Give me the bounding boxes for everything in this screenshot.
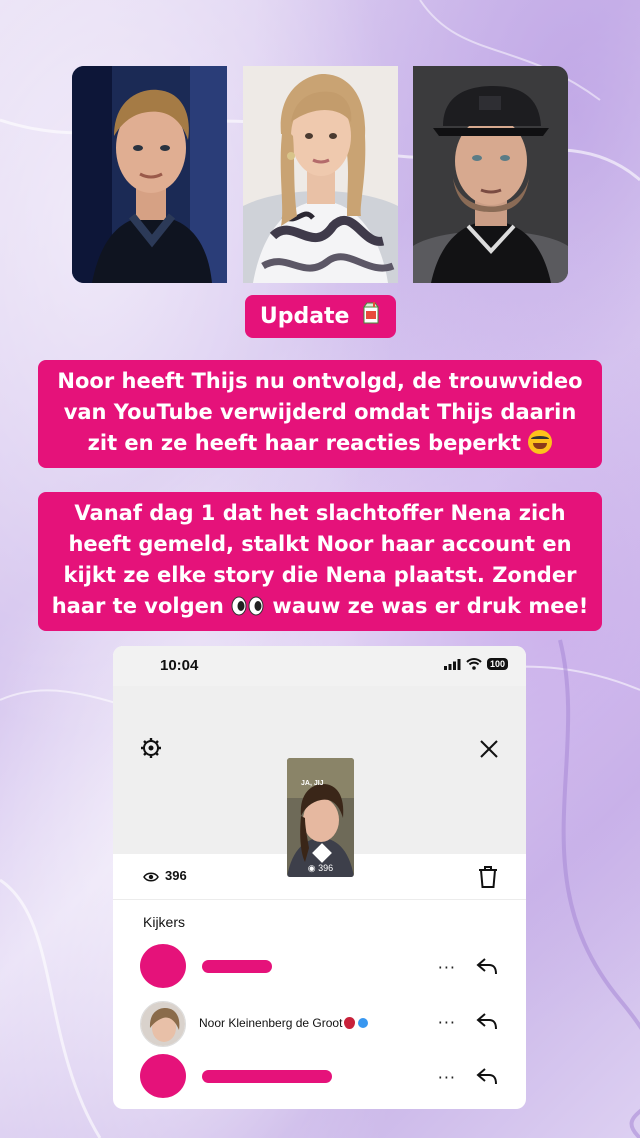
photo-man-blond bbox=[72, 66, 227, 283]
juice-box-icon bbox=[361, 296, 381, 339]
laughing-emoji-icon bbox=[528, 430, 553, 454]
photo-man-cap bbox=[413, 66, 568, 283]
more-options-icon[interactable]: ··· bbox=[438, 1013, 456, 1032]
battery-icon: 100 bbox=[486, 658, 508, 670]
reply-icon[interactable] bbox=[476, 1066, 498, 1086]
status-icons: 100 bbox=[443, 658, 508, 670]
viewers-heading: Kijkers bbox=[143, 914, 186, 930]
reply-icon[interactable] bbox=[476, 1011, 498, 1031]
redacted-username bbox=[202, 1070, 332, 1083]
trash-icon[interactable] bbox=[478, 866, 498, 888]
text-block-stalking: Vanaf dag 1 dat het slachtoffer Nena zic… bbox=[38, 492, 602, 631]
wifi-icon bbox=[466, 658, 482, 670]
redacted-avatar bbox=[140, 1054, 186, 1098]
status-bar: 10:04 100 bbox=[113, 646, 526, 686]
update-tag: Update bbox=[245, 295, 396, 338]
close-icon[interactable] bbox=[479, 739, 499, 759]
viewer-avatar[interactable] bbox=[140, 1001, 186, 1047]
update-label: Update bbox=[259, 304, 350, 329]
eye-icon bbox=[143, 872, 159, 882]
signal-icon bbox=[443, 658, 461, 670]
settings-gear-icon[interactable] bbox=[140, 737, 162, 759]
more-options-icon[interactable]: ··· bbox=[438, 1068, 456, 1087]
text-block-unfollow: Noor heeft Thijs nu ontvolgd, de trouwvi… bbox=[38, 360, 602, 468]
more-options-icon[interactable]: ··· bbox=[438, 958, 456, 977]
photo-woman-blonde bbox=[243, 66, 398, 283]
instagram-story-viewers-screenshot: 10:04 100 JA, JIJ ◉ 396 396 Kijkers ··· … bbox=[113, 646, 526, 1109]
viewer-name-text: Noor Kleinenberg de Groot bbox=[199, 1016, 343, 1030]
eyes-emoji-icon bbox=[231, 594, 265, 625]
story-preview-area: JA, JIJ ◉ 396 bbox=[113, 686, 526, 877]
paragraph-2-text-after: wauw ze was er druk mee! bbox=[272, 594, 589, 618]
views-count: 396 bbox=[165, 868, 187, 883]
photo-collage bbox=[72, 66, 568, 283]
paragraph-1-text: Noor heeft Thijs nu ontvolgd, de trouwvi… bbox=[57, 369, 583, 455]
redacted-avatar bbox=[140, 944, 186, 988]
strawberry-emoji-icon bbox=[344, 1017, 356, 1029]
viewer-row[interactable]: Noor Kleinenberg de Groot ··· bbox=[113, 999, 526, 1049]
viewer-row[interactable]: ··· bbox=[113, 944, 526, 994]
viewer-name: Noor Kleinenberg de Groot bbox=[199, 1016, 369, 1030]
views-row: 396 bbox=[113, 854, 526, 900]
status-time: 10:04 bbox=[160, 657, 199, 674]
verified-badge-icon bbox=[358, 1018, 369, 1028]
reply-icon[interactable] bbox=[476, 956, 498, 976]
viewer-row[interactable]: ··· bbox=[113, 1054, 526, 1104]
redacted-username bbox=[202, 960, 272, 973]
thumbnail-caption: JA, JIJ bbox=[301, 780, 324, 787]
